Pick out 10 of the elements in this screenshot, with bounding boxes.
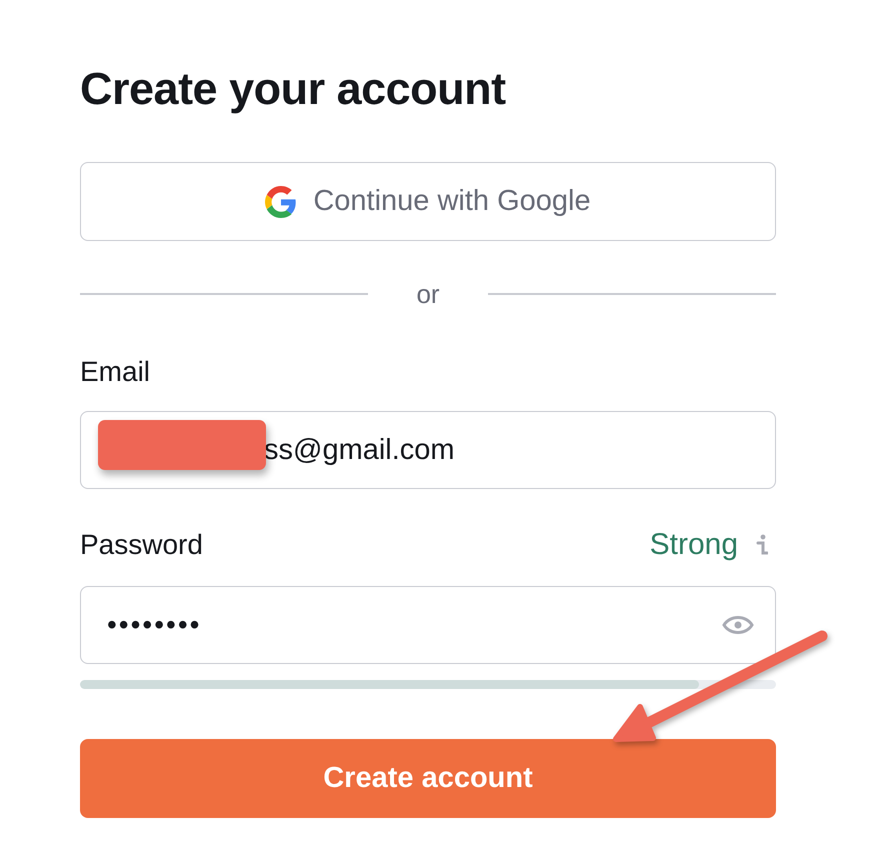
password-strength: Strong xyxy=(650,528,738,562)
password-field[interactable]: •••••••• xyxy=(80,586,776,664)
info-icon[interactable] xyxy=(756,533,768,557)
page-title: Create your account xyxy=(80,62,507,116)
eye-icon[interactable] xyxy=(722,614,754,636)
google-signin-button[interactable]: Continue with Google xyxy=(80,162,776,241)
field-label: Email xyxy=(80,356,150,388)
divider-label: or xyxy=(415,278,441,310)
google-g-icon xyxy=(265,186,298,218)
field-label: Password xyxy=(80,529,203,561)
